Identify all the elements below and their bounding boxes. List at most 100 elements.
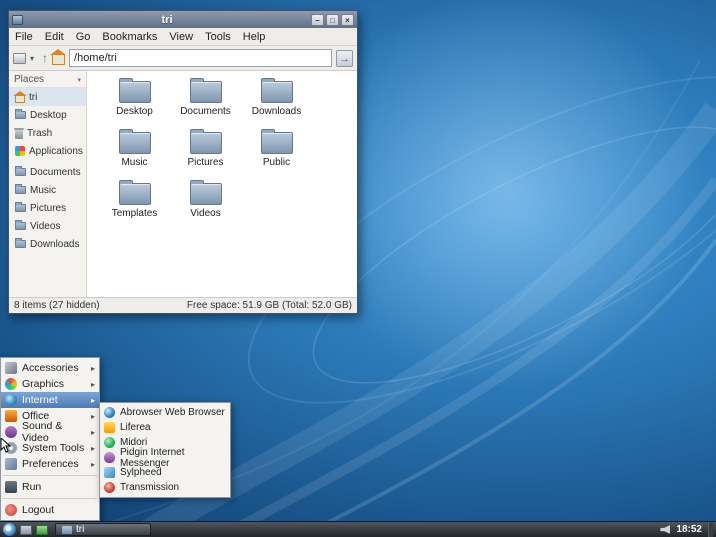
menu-bookmarks[interactable]: Bookmarks xyxy=(102,31,157,43)
trash-icon xyxy=(14,127,24,139)
mouse-cursor xyxy=(0,438,12,453)
file-manager-launcher-icon[interactable] xyxy=(20,524,32,535)
window-icon xyxy=(62,525,72,534)
menu-item-internet[interactable]: Internet ▸ xyxy=(1,392,99,408)
folder-templates[interactable]: Templates xyxy=(99,180,170,234)
new-tab-icon[interactable] xyxy=(13,52,26,64)
sidebar-item-tri[interactable]: tri xyxy=(9,88,86,106)
folder-icon xyxy=(118,180,151,205)
clock[interactable]: 18:52 xyxy=(676,524,702,535)
submenu-arrow-icon: ▸ xyxy=(90,459,95,469)
sylpheed-icon xyxy=(104,467,115,478)
folder-icon xyxy=(118,78,151,103)
menu-separator xyxy=(3,475,97,476)
sidebar-item-music[interactable]: Music xyxy=(9,181,86,199)
path-input[interactable] xyxy=(69,49,332,67)
submenu-arrow-icon: ▸ xyxy=(90,411,95,421)
close-button[interactable]: × xyxy=(341,13,354,26)
menu-file[interactable]: File xyxy=(15,31,33,43)
desktop-launcher-icon[interactable] xyxy=(36,524,48,535)
places-sidebar: Places ▾ tri Desktop Trash Applications … xyxy=(9,71,87,297)
item-count: 8 items (27 hidden) xyxy=(14,300,100,311)
window-icon xyxy=(12,14,23,25)
folder-icon-view[interactable]: Desktop Documents Downloads Music Pictur… xyxy=(87,71,357,297)
menu-item-accessories[interactable]: Accessories ▸ xyxy=(1,360,99,376)
window-titlebar[interactable]: tri – □ × xyxy=(9,11,357,28)
sidebar-item-applications[interactable]: Applications xyxy=(9,142,86,160)
menu-item-graphics[interactable]: Graphics ▸ xyxy=(1,376,99,392)
submenu-item-transmission[interactable]: Transmission xyxy=(100,480,230,495)
sidebar-item-documents[interactable]: Documents xyxy=(9,163,86,181)
menu-item-sound-video[interactable]: Sound & Video ▸ xyxy=(1,420,99,444)
folder-icon xyxy=(189,129,222,154)
sidebar-item-videos[interactable]: Videos xyxy=(9,217,86,235)
run-icon xyxy=(5,481,17,493)
folder-icon xyxy=(15,166,26,176)
menu-go[interactable]: Go xyxy=(76,31,91,43)
sound-video-icon xyxy=(5,426,17,438)
transmission-icon xyxy=(104,482,115,493)
home-icon[interactable] xyxy=(50,49,67,65)
status-bar: 8 items (27 hidden) Free space: 51.9 GB … xyxy=(9,297,357,313)
up-icon[interactable]: ↑ xyxy=(42,52,48,64)
folder-pictures[interactable]: Pictures xyxy=(170,129,241,183)
menu-edit[interactable]: Edit xyxy=(45,31,64,43)
menu-item-run[interactable]: Run xyxy=(1,479,99,495)
file-manager-window: tri – □ × File Edit Go Bookmarks View To… xyxy=(8,10,358,314)
applications-icon xyxy=(15,146,25,156)
folder-icon xyxy=(189,180,222,205)
menu-item-preferences[interactable]: Preferences ▸ xyxy=(1,456,99,472)
menu-help[interactable]: Help xyxy=(243,31,266,43)
liferea-icon xyxy=(104,422,115,433)
history-caret-icon[interactable]: ▾ xyxy=(30,54,34,63)
office-icon xyxy=(5,410,17,422)
internet-icon xyxy=(5,394,17,406)
menu-item-logout[interactable]: Logout xyxy=(1,502,99,518)
taskbar-window-button[interactable]: tri xyxy=(55,523,151,536)
volume-icon[interactable] xyxy=(660,525,671,534)
midori-icon xyxy=(104,437,115,448)
graphics-icon xyxy=(5,378,17,390)
maximize-button[interactable]: □ xyxy=(326,13,339,26)
folder-music[interactable]: Music xyxy=(99,129,170,183)
menu-button[interactable] xyxy=(3,523,16,536)
submenu-item-liferea[interactable]: Liferea xyxy=(100,420,230,435)
submenu-arrow-icon: ▸ xyxy=(90,379,95,389)
minimize-button[interactable]: – xyxy=(311,13,324,26)
folder-videos[interactable]: Videos xyxy=(170,180,241,234)
menu-tools[interactable]: Tools xyxy=(205,31,231,43)
internet-submenu: Abrowser Web Browser Liferea Midori Pidg… xyxy=(99,402,231,498)
window-title: tri xyxy=(161,13,173,26)
folder-icon xyxy=(15,238,26,248)
go-icon[interactable]: → xyxy=(336,49,353,67)
abrowser-icon xyxy=(104,407,115,418)
folder-icon xyxy=(260,129,293,154)
folder-public[interactable]: Public xyxy=(241,129,312,183)
folder-icon xyxy=(15,109,26,119)
free-space: Free space: 51.9 GB (Total: 52.0 GB) xyxy=(186,300,352,311)
folder-documents[interactable]: Documents xyxy=(170,78,241,132)
show-desktop-button[interactable] xyxy=(708,522,713,537)
pidgin-icon xyxy=(104,452,115,463)
home-icon xyxy=(13,90,27,103)
folder-icon xyxy=(15,202,26,212)
submenu-arrow-icon: ▸ xyxy=(90,443,95,453)
places-header[interactable]: Places ▾ xyxy=(9,72,86,88)
sidebar-item-trash[interactable]: Trash xyxy=(9,124,86,142)
desktop[interactable]: tri – □ × File Edit Go Bookmarks View To… xyxy=(0,0,716,537)
application-menu: Accessories ▸ Graphics ▸ Internet ▸ Offi… xyxy=(0,357,100,521)
folder-downloads[interactable]: Downloads xyxy=(241,78,312,132)
menu-separator xyxy=(3,498,97,499)
sidebar-item-desktop[interactable]: Desktop xyxy=(9,106,86,124)
preferences-icon xyxy=(5,458,17,470)
menu-view[interactable]: View xyxy=(169,31,193,43)
folder-icon xyxy=(118,129,151,154)
folder-desktop[interactable]: Desktop xyxy=(99,78,170,132)
chevron-down-icon: ▾ xyxy=(77,76,81,84)
sidebar-item-pictures[interactable]: Pictures xyxy=(9,199,86,217)
submenu-item-abrowser[interactable]: Abrowser Web Browser xyxy=(100,405,230,420)
sidebar-item-downloads[interactable]: Downloads xyxy=(9,235,86,253)
toolbar: ▾ ↑ → xyxy=(9,46,357,71)
submenu-item-pidgin[interactable]: Pidgin Internet Messenger xyxy=(100,447,230,469)
taskbar: tri 18:52 xyxy=(0,521,716,537)
